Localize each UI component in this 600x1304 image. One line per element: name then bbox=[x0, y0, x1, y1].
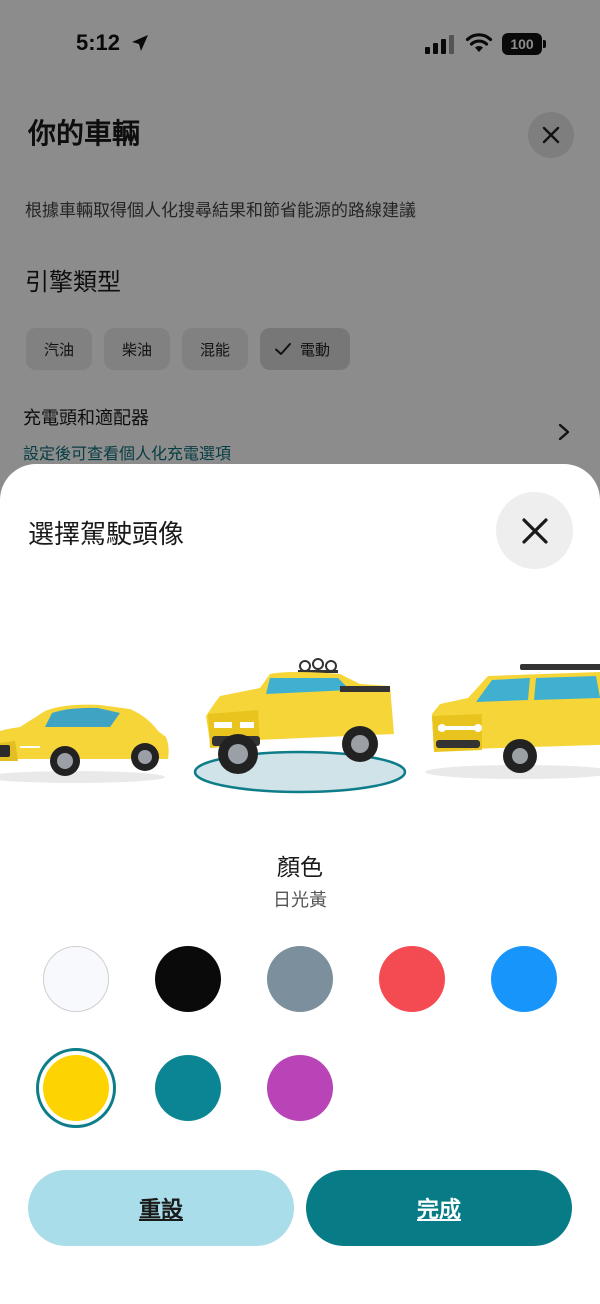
color-swatch-blue[interactable] bbox=[491, 946, 557, 1012]
driver-avatar-sheet: 選擇駕駛頭像 顏色 日光黃 重設 完成 bbox=[0, 464, 600, 1304]
close-icon bbox=[521, 517, 548, 544]
color-swatch-black[interactable] bbox=[155, 946, 221, 1012]
color-swatch-gray[interactable] bbox=[267, 946, 333, 1012]
color-swatch-red[interactable] bbox=[379, 946, 445, 1012]
color-swatch-teal[interactable] bbox=[155, 1055, 221, 1121]
done-button[interactable]: 完成 bbox=[306, 1170, 572, 1246]
car-avatar-pickup-truck[interactable] bbox=[190, 644, 410, 794]
selected-color-name: 日光黃 bbox=[273, 890, 327, 911]
car-avatar-carousel[interactable] bbox=[0, 634, 600, 804]
color-swatch-white[interactable] bbox=[43, 946, 109, 1012]
color-swatch-yellow[interactable] bbox=[43, 1055, 109, 1121]
color-swatch-purple[interactable] bbox=[267, 1055, 333, 1121]
reset-button[interactable]: 重設 bbox=[28, 1170, 294, 1246]
sheet-close-button[interactable] bbox=[496, 492, 573, 569]
sheet-title: 選擇駕駛頭像 bbox=[28, 520, 185, 550]
car-avatar-suv[interactable] bbox=[420, 654, 600, 784]
color-heading: 顏色 bbox=[277, 855, 323, 881]
car-avatar-sedan[interactable] bbox=[0, 689, 180, 784]
